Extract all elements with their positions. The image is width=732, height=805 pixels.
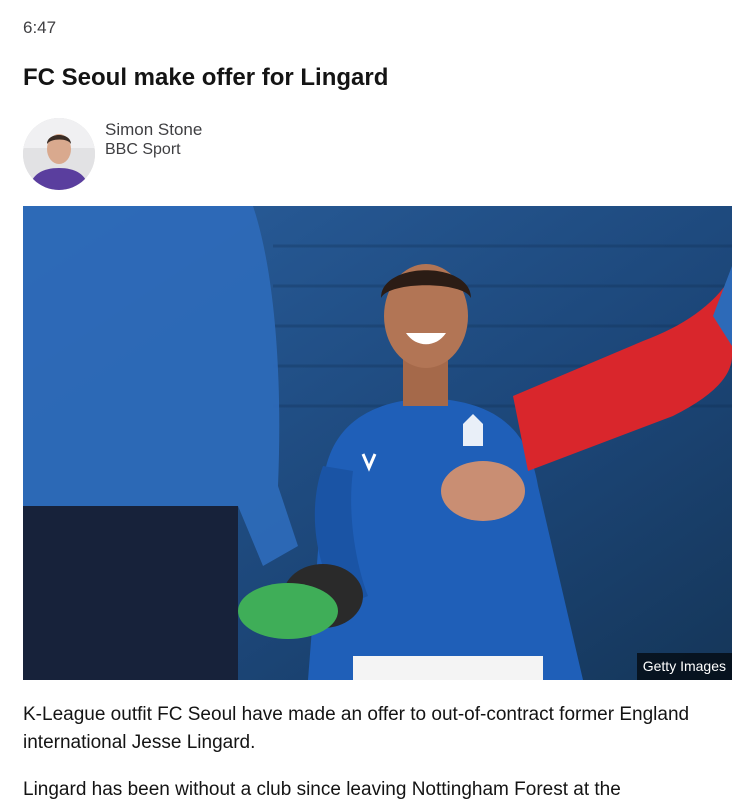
post-paragraph-2: Lingard has been without a club since le… [23, 779, 621, 800]
article-photo: Getty Images [23, 206, 732, 680]
author-avatar [23, 118, 95, 190]
post-headline: FC Seoul make offer for Lingard [23, 64, 389, 91]
image-credit: Getty Images [636, 653, 732, 680]
live-post: 6:47 FC Seoul make offer for Lingard Sim… [0, 0, 732, 805]
author-role: BBC Sport [105, 141, 181, 158]
post-timestamp: 6:47 [23, 18, 57, 37]
post-paragraph-1: K-League outfit FC Seoul have made an of… [23, 704, 690, 753]
author-name[interactable]: Simon Stone [105, 120, 202, 140]
